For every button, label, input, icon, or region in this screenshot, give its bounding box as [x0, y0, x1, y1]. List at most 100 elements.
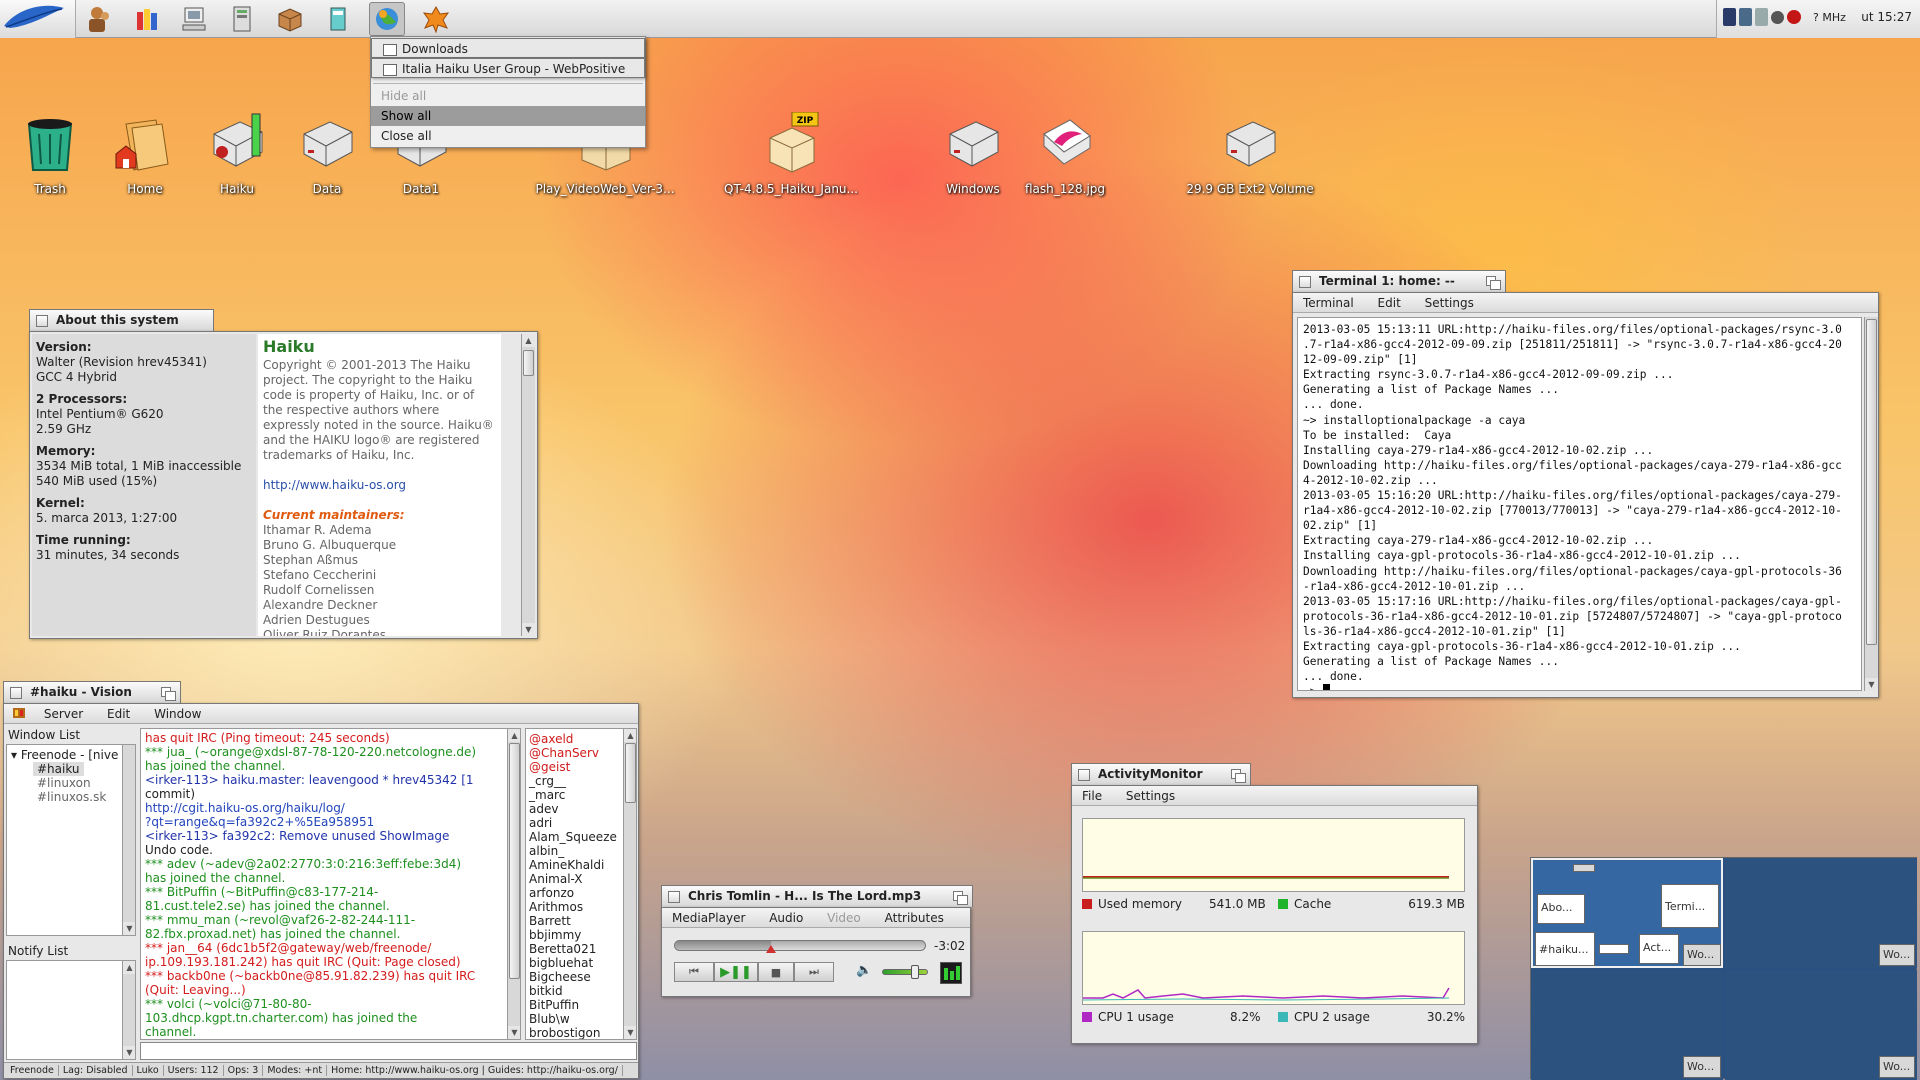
vision-app-icon[interactable] [4, 704, 30, 724]
user-list[interactable]: @axeld @ChanServ @geist _crg__ _marc adev adri… [525, 728, 637, 1040]
user-list-item[interactable]: _crg__ [529, 774, 617, 788]
chat-scrollbar[interactable]: ▲ ▼ [507, 729, 520, 1039]
zoom-box[interactable] [953, 891, 968, 905]
mini-window-mediaplayer[interactable] [1599, 944, 1629, 954]
mini-window-vision[interactable]: #haiku... [1535, 932, 1595, 966]
skip-back-button[interactable]: ⏮ [674, 962, 714, 982]
desktop-icon-qt-package[interactable]: ZIP QT-4.8.5_Haiku_Janu... [716, 112, 866, 196]
user-list-item[interactable]: Alam_Squeeze [529, 830, 617, 844]
tree-item-linuxos-sk[interactable]: #linuxos.sk [37, 790, 106, 804]
menu-item-downloads[interactable]: Downloads [371, 38, 645, 58]
audio-icon[interactable] [1771, 10, 1784, 24]
close-box[interactable] [668, 891, 680, 903]
user-list-item[interactable]: brobostigon [529, 1026, 617, 1039]
user-list-item[interactable]: adri [529, 816, 617, 830]
mini-window-other[interactable]: Wo... [1879, 1056, 1915, 1078]
menu-server[interactable]: Server [34, 704, 93, 724]
mediaplayer-window-tab[interactable]: Chris Tomlin - H... Is The Lord.mp3 [661, 885, 973, 907]
app-launcher-2[interactable] [129, 2, 165, 36]
terminal-prompt[interactable]: ~> [1303, 684, 1856, 690]
scroll-up-arrow[interactable]: ▲ [522, 334, 535, 347]
play-pause-button[interactable]: ▶❚❚ [714, 962, 758, 982]
user-list-item[interactable]: AmineKhaldi [529, 858, 617, 872]
user-list-scrollbar[interactable]: ▲ ▼ [623, 729, 636, 1039]
user-list-item[interactable]: adev [529, 802, 617, 816]
skip-forward-button[interactable]: ⏭ [794, 962, 834, 982]
menu-audio[interactable]: Audio [759, 908, 813, 928]
app-launcher-6[interactable] [320, 2, 356, 36]
chat-input[interactable] [140, 1042, 637, 1060]
user-list-item[interactable]: Animal-X [529, 872, 617, 886]
network-icon[interactable] [1739, 8, 1752, 26]
window-list-scrollbar[interactable]: ▼ [122, 745, 135, 935]
user-list-item[interactable]: bbjimmy [529, 928, 617, 942]
user-list-item-op[interactable]: @geist [529, 760, 617, 774]
menu-item-close-all[interactable]: Close all [371, 126, 645, 146]
chat-messages[interactable]: has quit IRC (Ping timeout: 245 seconds)… [140, 728, 521, 1040]
menu-edit[interactable]: Edit [1368, 293, 1411, 313]
menu-window[interactable]: Window [144, 704, 211, 724]
app-launcher-1[interactable] [80, 2, 116, 36]
haiku-website-link[interactable]: http://www.haiku-os.org [263, 478, 496, 493]
scroll-up-arrow[interactable]: ▲ [624, 729, 636, 742]
mini-window-terminal[interactable]: Termi... [1661, 884, 1719, 928]
about-window-tab[interactable]: About this system [29, 309, 214, 331]
user-list-item[interactable]: Beretta021 [529, 942, 617, 956]
menu-file[interactable]: File [1072, 786, 1112, 806]
user-list-item[interactable]: Barrett [529, 914, 617, 928]
leaf-menu-button[interactable] [0, 0, 76, 38]
zoom-box[interactable] [161, 687, 176, 701]
scroll-up-arrow[interactable]: ▲ [123, 961, 135, 974]
mini-window-other[interactable]: Wo... [1683, 1056, 1721, 1078]
mini-window-other[interactable]: Wo... [1683, 944, 1721, 966]
close-box[interactable] [10, 687, 22, 699]
user-list-item[interactable]: _marc [529, 788, 617, 802]
scroll-down-arrow[interactable]: ▼ [624, 1026, 636, 1039]
user-list-item[interactable]: arfonzo [529, 886, 617, 900]
workspace-3[interactable]: Wo... [1531, 970, 1723, 1080]
scroll-down-arrow[interactable]: ▼ [123, 1046, 135, 1059]
user-list-item[interactable]: Bigcheese [529, 970, 617, 984]
close-box[interactable] [1078, 769, 1090, 781]
scroll-thumb[interactable] [1866, 319, 1877, 645]
app-launcher-7-webpositive[interactable] [369, 2, 405, 36]
volume-slider[interactable] [882, 965, 928, 979]
activitymonitor-window-tab[interactable]: ActivityMonitor [1071, 763, 1251, 785]
scroll-down-arrow[interactable]: ▼ [1865, 678, 1878, 691]
app-launcher-4[interactable] [224, 2, 260, 36]
tree-item-haiku[interactable]: #haiku [33, 762, 84, 776]
seek-bar[interactable] [674, 940, 926, 953]
volume-knob[interactable] [911, 965, 920, 979]
scroll-down-arrow[interactable]: ▼ [123, 922, 135, 935]
workspace-4[interactable]: Wo... [1725, 970, 1917, 1080]
zoom-box[interactable] [1231, 769, 1246, 783]
mini-window-about[interactable]: Abo... [1537, 894, 1585, 924]
app-launcher-5[interactable] [272, 2, 308, 36]
cpu-meter-icon[interactable] [1723, 8, 1736, 26]
user-list-item[interactable]: albin_ [529, 844, 617, 858]
user-list-item[interactable]: Arithmos [529, 900, 617, 914]
user-list-item[interactable]: bigbluehat [529, 956, 617, 970]
mini-window-other[interactable]: Wo... [1879, 944, 1915, 966]
menu-attributes[interactable]: Attributes [875, 908, 954, 928]
terminal-output[interactable]: 2013-03-05 15:13:11 URL:http://haiku-fil… [1297, 317, 1862, 691]
user-list-item[interactable]: Blub\w [529, 1012, 617, 1026]
menu-mediaplayer[interactable]: MediaPlayer [662, 908, 755, 928]
chat-message-line[interactable]: http://cgit.haiku-os.org/haiku/log/ [145, 801, 501, 815]
close-box[interactable] [1299, 276, 1311, 288]
user-list-item[interactable]: BitPuffin [529, 998, 617, 1012]
terminal-window-tab[interactable]: Terminal 1: home: -- [1292, 270, 1506, 292]
clock[interactable]: ut 15:27 [1861, 10, 1912, 24]
scroll-down-arrow[interactable]: ▼ [508, 1026, 520, 1039]
user-list-item[interactable]: bitkid [529, 984, 617, 998]
vision-window-tab[interactable]: #haiku - Vision [3, 681, 181, 703]
credits-scrollbar[interactable]: ▲ ▼ [521, 334, 535, 636]
terminal-scrollbar[interactable]: ▼ [1864, 317, 1878, 691]
menu-settings[interactable]: Settings [1415, 293, 1484, 313]
desktop-icon-ext2-volume[interactable]: 29.9 GB Ext2 Volume [1180, 112, 1320, 196]
tree-item-freenode[interactable]: ▾ Freenode - [nive [11, 748, 118, 762]
seek-position-marker[interactable] [765, 945, 776, 953]
desktop-icon-flash-jpg[interactable]: flash_128.jpg [1010, 112, 1120, 196]
close-box[interactable] [36, 315, 48, 327]
scroll-thumb[interactable] [523, 350, 534, 376]
